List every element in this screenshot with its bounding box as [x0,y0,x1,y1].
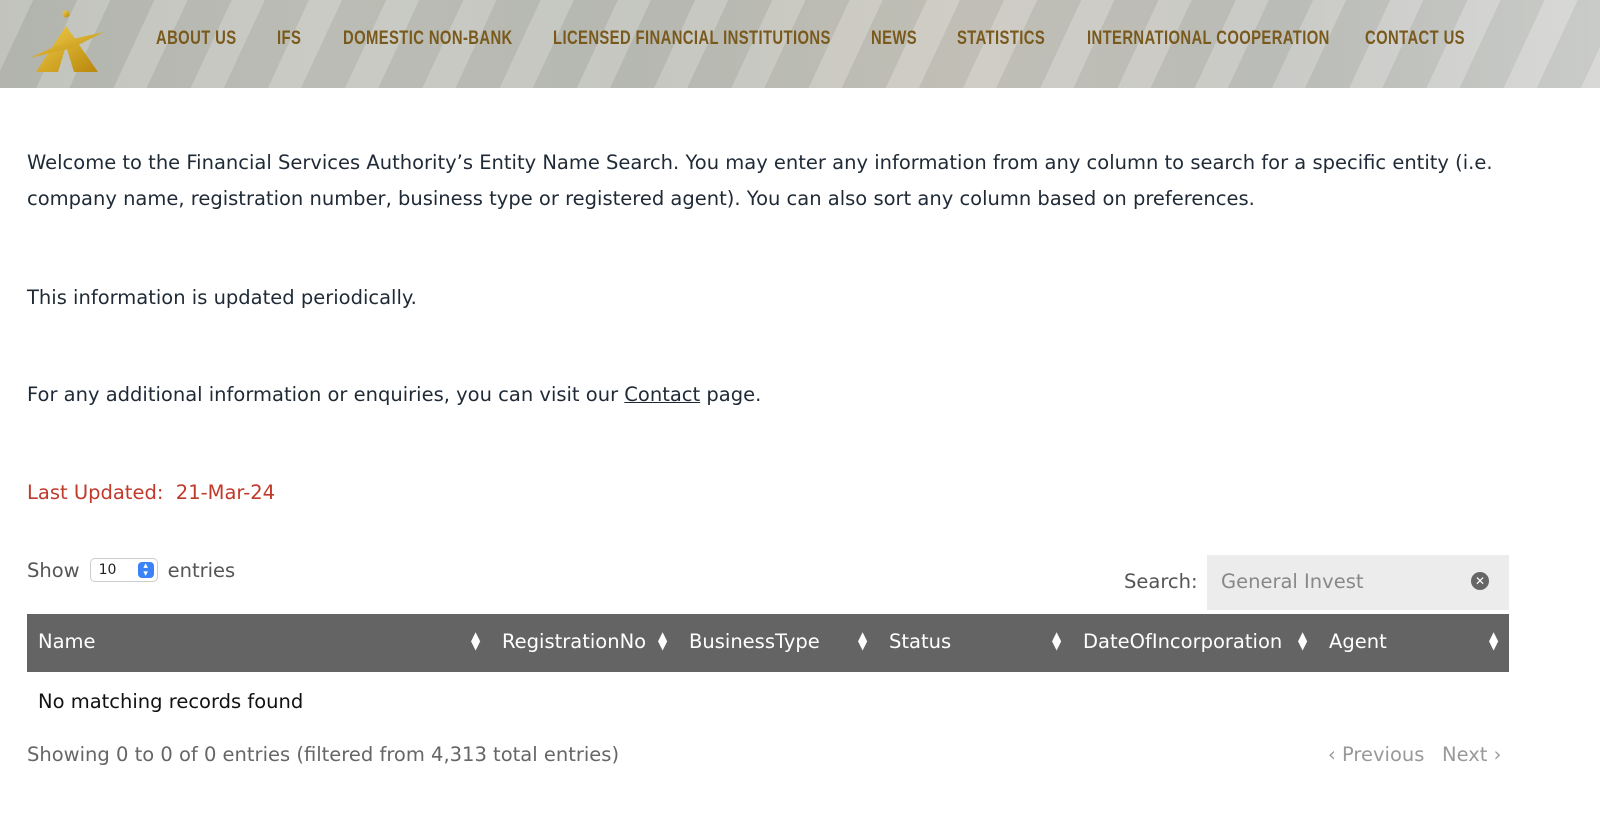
nav-contact-us[interactable]: CONTACT US [1365,28,1465,50]
select-arrows-icon: ▴ ▾ [137,562,154,579]
page-length-control: Show 10 ▴ ▾ entries [27,558,235,582]
page-size-value: 10 [98,562,117,578]
nav-international-cooperation[interactable]: INTERNATIONAL COOPERATION [1087,28,1330,50]
next-button[interactable]: Next › [1442,743,1501,766]
clear-search-icon[interactable]: ✕ [1471,572,1489,590]
previous-button[interactable]: ‹ Previous [1328,743,1424,766]
periodic-text: This information is updated periodically… [27,286,417,309]
column-business-type[interactable]: BusinessType [689,630,820,653]
column-registration-no[interactable]: RegistrationNo [502,630,646,653]
empty-table-message: No matching records found [38,690,304,713]
contact-post: page. [700,383,762,406]
page-size-select[interactable]: 10 ▴ ▾ [89,558,158,582]
table-info: Showing 0 to 0 of 0 entries (filtered fr… [27,743,620,766]
sort-icon[interactable]: ▲ ▼ [1298,630,1307,651]
contact-link[interactable]: Contact [624,383,700,406]
show-label: Show [27,558,80,582]
chevron-right-icon: › [1493,743,1502,766]
nav-statistics[interactable]: STATISTICS [957,28,1045,50]
last-updated-label: Last Updated: [27,481,164,504]
search-value: General Invest [1221,570,1364,593]
contact-pre: For any additional information or enquir… [27,383,625,406]
search-input[interactable]: General Invest ✕ [1207,555,1509,610]
nav-ifs[interactable]: IFS [277,28,301,50]
column-name[interactable]: Name [38,630,96,653]
contact-text: For any additional information or enquir… [27,377,1547,413]
last-updated-value: 21-Mar-24 [175,481,276,504]
nav-licensed-financial-institutions[interactable]: LICENSED FINANCIAL INSTITUTIONS [553,28,831,50]
column-status[interactable]: Status [889,630,951,653]
search-label: Search: [1124,570,1198,593]
nav-news[interactable]: NEWS [871,28,917,50]
sort-icon[interactable]: ▲ ▼ [471,630,480,651]
nav-about-us[interactable]: ABOUT US [156,28,237,50]
sort-icon[interactable]: ▲ ▼ [858,630,867,651]
welcome-text: Welcome to the Financial Services Author… [27,151,1493,210]
last-updated: Last Updated: 21-Mar-24 [27,475,1547,511]
previous-label: Previous [1342,743,1425,766]
sort-icon[interactable]: ▲ ▼ [658,630,667,651]
sort-icon[interactable]: ▲ ▼ [1052,630,1061,651]
column-agent[interactable]: Agent [1329,630,1387,653]
sort-icon[interactable]: ▲ ▼ [1489,630,1498,651]
chevron-left-icon: ‹ [1328,743,1336,766]
nav-domestic-non-bank[interactable]: DOMESTIC NON-BANK [343,28,513,50]
site-header: ABOUT US IFS DOMESTIC NON-BANK LICENSED … [0,0,1600,88]
entries-label: entries [167,558,236,582]
column-date-of-incorporation[interactable]: DateOfIncorporation [1083,630,1282,653]
next-label: Next [1442,743,1488,766]
table-header: Name ▲ ▼ RegistrationNo ▲ ▼ BusinessType ▲… [27,614,1509,672]
logo[interactable] [28,6,108,74]
